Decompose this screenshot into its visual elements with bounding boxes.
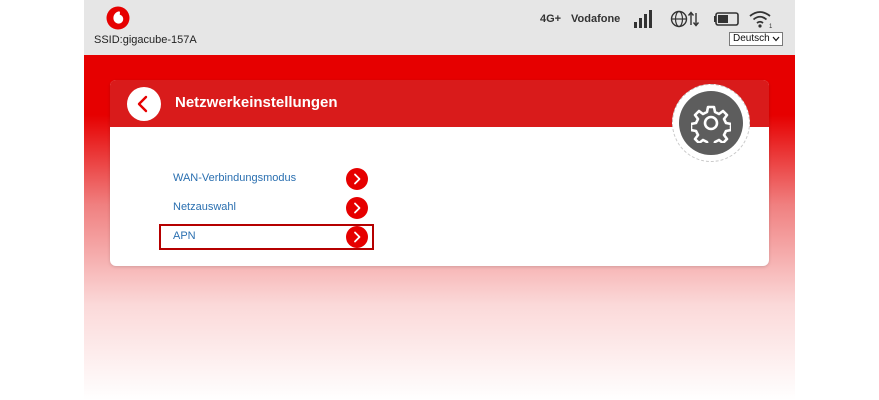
menu-item-wan-mode[interactable]: WAN-Verbindungsmodus — [159, 166, 374, 192]
chevron-right-button[interactable] — [346, 226, 368, 248]
ssid-label: SSID:gigacube-157A — [94, 34, 197, 46]
battery-icon — [714, 12, 739, 26]
gear-icon — [691, 105, 731, 143]
chevron-down-icon — [772, 36, 780, 42]
chevron-right-icon — [354, 231, 361, 243]
gear-icon-background — [679, 91, 743, 155]
network-type: 4G+ — [540, 13, 562, 25]
chevron-right-icon — [354, 202, 361, 214]
menu-item-label: APN — [173, 230, 196, 242]
menu-item-apn[interactable]: APN — [159, 224, 374, 250]
menu-item-label: WAN-Verbindungsmodus — [173, 172, 297, 184]
signal-bars-icon — [634, 10, 652, 28]
chevron-right-button[interactable] — [346, 197, 368, 219]
svg-text:1: 1 — [769, 24, 773, 29]
card-header: Netzwerkeinstellungen — [110, 80, 769, 127]
chevron-left-icon — [137, 95, 148, 113]
page: SSID:gigacube-157A 4G+ Vodafone 1 Deutsc… — [84, 0, 795, 400]
globe-transfer-icon — [670, 10, 700, 28]
menu-item-label: Netzauswahl — [173, 201, 236, 213]
vodafone-logo — [106, 6, 130, 30]
wifi-icon: 1 — [749, 11, 773, 29]
chevron-right-icon — [354, 173, 361, 185]
menu-item-network-selection[interactable]: Netzauswahl — [159, 195, 374, 221]
carrier-name: Vodafone — [571, 13, 621, 25]
page-title: Netzwerkeinstellungen — [175, 94, 338, 111]
chevron-right-button[interactable] — [346, 168, 368, 190]
back-button[interactable] — [127, 87, 161, 121]
top-status-bar: SSID:gigacube-157A 4G+ Vodafone 1 Deutsc… — [84, 0, 795, 55]
network-settings-card: Netzwerkeinstellungen WAN-Verbindungsmod… — [110, 80, 769, 266]
settings-badge — [672, 84, 750, 162]
language-select[interactable]: Deutsch — [729, 32, 783, 46]
language-select-value: Deutsch — [733, 33, 770, 44]
